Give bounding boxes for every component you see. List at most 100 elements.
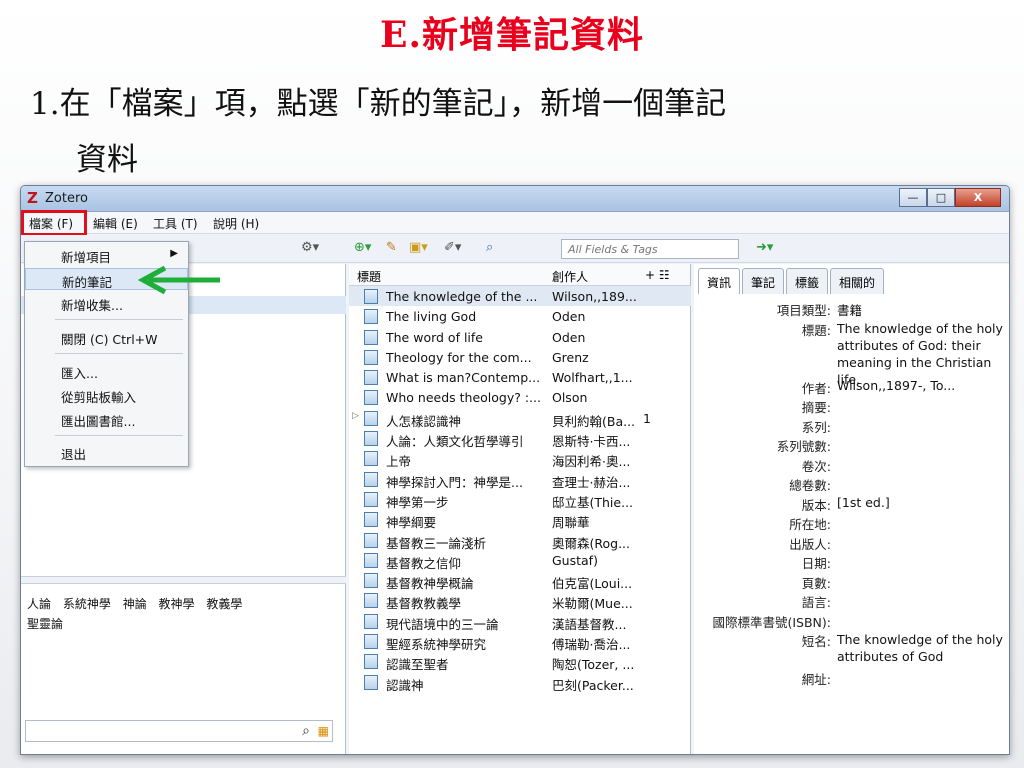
table-row[interactable]: Who needs theology? :... Olson <box>349 387 691 407</box>
table-row[interactable]: 認識至聖者 陶恕(Tozer, ... <box>349 651 691 673</box>
tag-grid-icon[interactable]: ▦ <box>318 724 329 738</box>
item-creator: 陶恕(Tozer, ... <box>552 657 635 673</box>
field-value[interactable]: The knowledge of the holy attributes of … <box>837 631 1009 665</box>
item-title: 聖經系統神學研究 <box>386 637 487 653</box>
column-creator[interactable]: 創作人 <box>552 268 588 285</box>
tab-notes[interactable]: 筆記 <box>742 268 785 294</box>
table-row[interactable]: The living God Oden <box>349 306 691 326</box>
new-note-icon[interactable]: ▣▾ <box>409 240 428 255</box>
item-creator: Oden <box>552 309 586 325</box>
menu-item-label: 新增項目 <box>61 250 112 265</box>
item-creator: 米勒爾(Mue... <box>552 596 633 612</box>
tag[interactable]: 神論 <box>123 597 147 611</box>
field-label: 總卷數: <box>789 478 831 493</box>
tab-related[interactable]: 相關的 <box>830 268 885 294</box>
column-add-icon[interactable]: + ☷ <box>645 268 670 282</box>
table-row[interactable]: Theology for the com... Grenz <box>349 347 691 367</box>
item-creator: Olson <box>552 390 588 406</box>
tag-selector-divider[interactable] <box>21 576 346 584</box>
tag[interactable]: 系統神學 <box>63 597 111 611</box>
table-row[interactable]: 基督教神學概論 伯克富(Loui... <box>349 570 691 592</box>
menu-item-label: 匯出圖書館... <box>61 414 136 429</box>
new-item-icon[interactable]: ⊕▾ <box>354 240 371 255</box>
items-pane: 標題 創作人 + ☷ The knowledge of the ... Wilso… <box>349 264 691 754</box>
menu-file[interactable]: 檔案 (F) <box>29 215 73 232</box>
field-value[interactable]: [1st ed.] <box>837 495 890 510</box>
table-row[interactable]: 基督教教義學 米勒爾(Mue... <box>349 590 691 612</box>
item-creator: Oden <box>552 329 586 345</box>
menu-item-export-library[interactable]: 匯出圖書館... <box>25 408 188 430</box>
field-label: 語言: <box>801 595 831 610</box>
table-row[interactable]: 神學探討入門：神學是... 查理士·赫治... <box>349 469 691 490</box>
menu-item-close[interactable]: 關閉 (C) Ctrl+W <box>25 326 188 348</box>
item-title: 上帝 <box>386 454 412 470</box>
sync-arrow-icon[interactable]: ➜▾ <box>756 240 773 255</box>
item-creator: 伯克富(Loui... <box>552 576 633 592</box>
table-row[interactable]: 基督教三一論淺析 奧爾森(Rog... <box>349 530 691 551</box>
table-row[interactable]: 神學第一步 邸立基(Thie... <box>349 489 691 510</box>
tag-filter-input[interactable]: ⌕ ▦ <box>25 720 333 742</box>
menu-item-new-collection[interactable]: 新增收集... <box>25 292 188 314</box>
menu-item-import-clipboard[interactable]: 從剪貼板輸入 <box>25 384 188 406</box>
attachment-icon[interactable]: ✐▾ <box>444 240 461 255</box>
field-label: 網址: <box>801 672 831 687</box>
item-pane: 資訊 筆記 標籤 相關的 項目類型: 書籍 標題: The knowledge of… <box>694 264 1009 754</box>
zotero-logo-icon: Z <box>27 189 38 207</box>
table-row[interactable]: 上帝 海因利希·奧... <box>349 448 691 470</box>
close-button[interactable]: X <box>955 188 1001 207</box>
field-value[interactable]: Wilson,,1897-, To... <box>837 378 955 393</box>
item-creator: 恩斯特·卡西... <box>552 434 631 450</box>
slide-instruction-line2: 資料 <box>76 142 138 178</box>
search-input[interactable]: All Fields & Tags <box>561 239 739 259</box>
table-row[interactable]: 現代語境中的三一論 漢語基督教... <box>349 611 691 632</box>
table-row[interactable]: 神學綱要 周聯華 <box>349 509 691 531</box>
column-title[interactable]: 標題 <box>357 268 381 285</box>
table-row[interactable]: What is man?Contemp... Wolfhart,,1... <box>349 367 691 387</box>
table-row[interactable]: ▷ 人怎樣認識神 貝利約翰(Ba... 1 <box>349 408 691 429</box>
item-title: 認識至聖者 <box>386 657 449 673</box>
menu-item-label: 從剪貼板輸入 <box>61 390 137 405</box>
book-item-icon <box>364 289 378 304</box>
expand-twisty-icon[interactable]: ▷ <box>352 411 359 421</box>
menu-help[interactable]: 說明 (H) <box>213 215 259 232</box>
menu-item-quit[interactable]: 退出 <box>25 441 188 463</box>
tag-selector: 人論 系統神學 神論 教神學 教義學 聖靈論 <box>27 594 327 634</box>
menu-item-label: 匯入... <box>61 366 98 381</box>
field-value[interactable]: 書籍 <box>837 300 862 319</box>
search-icon[interactable]: ⌕ <box>486 240 493 255</box>
table-row[interactable]: The word of life Oden <box>349 327 691 347</box>
add-by-identifier-icon[interactable]: ✎ <box>386 240 397 255</box>
table-row[interactable]: 聖經系統神學研究 傅瑞勒·喬治... <box>349 631 691 653</box>
tab-tags[interactable]: 標籤 <box>786 268 829 294</box>
actions-gear-icon[interactable]: ⚙▾ <box>301 240 319 255</box>
book-item-icon <box>364 370 378 386</box>
menu-edit[interactable]: 編輯 (E) <box>93 215 138 232</box>
table-row[interactable]: 認識神 巴刻(Packer... <box>349 672 691 693</box>
book-item-icon <box>364 573 378 589</box>
menu-item-import[interactable]: 匯入... <box>25 360 188 382</box>
tag[interactable]: 聖靈論 <box>27 617 63 631</box>
tag[interactable]: 教神學 <box>159 597 195 611</box>
table-row[interactable]: The knowledge of the ... Wilson,,189... <box>349 286 691 307</box>
menu-item-label: 關閉 (C) Ctrl+W <box>61 332 158 347</box>
item-creator: 邸立基(Thie... <box>552 494 634 510</box>
book-item-icon <box>364 674 378 690</box>
table-row[interactable]: 基督教之信仰 Gustaf) <box>349 550 691 571</box>
book-item-icon <box>364 593 378 609</box>
menu-tools[interactable]: 工具 (T) <box>153 215 198 232</box>
minimize-button[interactable]: — <box>899 188 927 207</box>
item-creator: 周聯華 <box>552 515 590 531</box>
tag[interactable]: 人論 <box>27 597 51 611</box>
item-creator: 傅瑞勒·喬治... <box>552 637 631 653</box>
tab-info[interactable]: 資訊 <box>698 268 741 294</box>
item-notes-count: 1 <box>643 410 651 426</box>
tag[interactable]: 教義學 <box>206 597 242 611</box>
table-row[interactable]: 人論：人類文化哲學導引 恩斯特·卡西... <box>349 428 691 450</box>
maximize-button[interactable]: □ <box>927 188 955 207</box>
book-item-icon <box>364 349 378 365</box>
book-item-icon <box>364 512 378 528</box>
slide-instruction-line1: 1.在「檔案」項，點選「新的筆記」，新增一個筆記 <box>30 86 727 122</box>
menu-item-new-item[interactable]: 新增項目 ▶ <box>25 244 188 266</box>
field-label: 作者: <box>801 380 831 396</box>
item-title: 神學綱要 <box>386 515 437 531</box>
